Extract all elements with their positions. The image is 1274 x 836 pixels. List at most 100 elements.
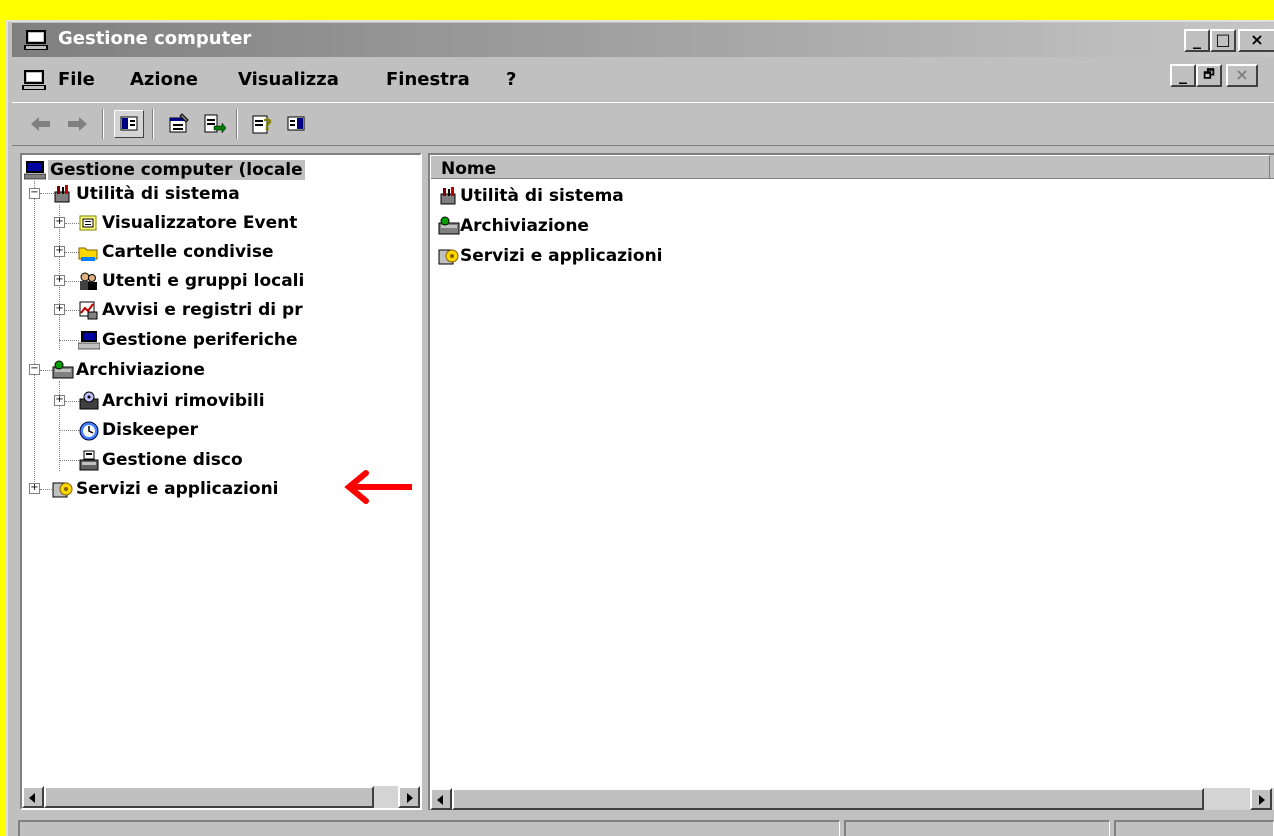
main-window: Gestione computer _ □ × File Azione Visu… — [6, 20, 1274, 836]
menu-bar: File Azione Visualizza Finestra ? _ 🗗 × — [12, 60, 1274, 98]
tree-item-disk-management[interactable]: Gestione disco — [78, 447, 243, 473]
annotation-arrow — [344, 470, 412, 504]
tree-item-event-viewer[interactable]: Visualizzatore Event — [78, 210, 297, 236]
list-item[interactable]: Archiviazione — [438, 213, 589, 239]
status-panel-main — [18, 820, 840, 836]
toolbar: ? — [12, 102, 1274, 146]
expand-toggle-shared-folders[interactable]: + — [54, 246, 65, 257]
menu-action[interactable]: Azione — [130, 69, 198, 90]
tree-label-root: Gestione computer (locale — [48, 160, 305, 180]
services-icon — [52, 479, 73, 499]
list-header: Nome — [430, 155, 1274, 179]
minimize-button[interactable]: _ — [1184, 29, 1210, 52]
tree-horizontal-scrollbar[interactable] — [22, 786, 420, 808]
device-manager-icon — [77, 330, 101, 350]
toolbox-icon — [52, 184, 72, 204]
disk-management-icon — [78, 450, 99, 471]
computer-icon — [23, 160, 47, 180]
diskeeper-icon — [78, 420, 99, 441]
screenshot: Gestione computer _ □ × File Azione Visu… — [0, 0, 1274, 836]
users-icon — [78, 271, 98, 291]
list-item-label: Utilità di sistema — [460, 186, 624, 206]
list-item-label: Archiviazione — [460, 216, 589, 236]
tree-item-storage[interactable]: Archiviazione — [52, 357, 205, 383]
tree-label-removable-storage: Archivi rimovibili — [102, 391, 265, 411]
right-arrow-icon — [1259, 795, 1265, 805]
menu-view[interactable]: Visualizza — [238, 69, 339, 90]
scroll-left-button[interactable] — [22, 786, 44, 808]
back-arrow-icon[interactable] — [26, 110, 56, 138]
scrollbar-thumb[interactable] — [44, 786, 374, 808]
menu-help[interactable]: ? — [506, 69, 516, 90]
show-hide-tree-icon[interactable] — [114, 110, 144, 138]
scrollbar-thumb[interactable] — [452, 788, 1204, 810]
results-pane[interactable]: Nome Utilità di sistema Archiviazione Se… — [428, 153, 1274, 810]
tree-label-disk-management: Gestione disco — [102, 450, 243, 470]
expand-toggle-local-users[interactable]: + — [54, 275, 65, 286]
toolbar-separator — [152, 109, 154, 139]
services-icon — [438, 246, 459, 266]
maximize-button[interactable]: □ — [1210, 29, 1236, 52]
toolbar-separator — [102, 109, 104, 139]
expand-toggle-services-apps[interactable]: + — [29, 483, 40, 494]
help-icon[interactable]: ? — [248, 110, 278, 138]
tree-item-root[interactable]: Gestione computer (locale — [23, 157, 305, 183]
expand-toggle-removable-storage[interactable]: + — [54, 395, 65, 406]
storage-icon — [52, 360, 74, 380]
list-horizontal-scrollbar[interactable] — [430, 788, 1274, 810]
scroll-left-button[interactable] — [430, 788, 452, 810]
expand-toggle-alerts-logs[interactable]: + — [54, 304, 65, 315]
title-bar[interactable]: Gestione computer _ □ × — [12, 23, 1274, 57]
close-button[interactable]: × — [1238, 29, 1274, 52]
tree-label-alerts-logs: Avvisi e registri di pr — [102, 300, 303, 320]
menu-window[interactable]: Finestra — [386, 69, 470, 90]
event-viewer-icon — [78, 213, 98, 233]
status-bar — [14, 816, 1274, 836]
removable-storage-icon — [78, 391, 99, 411]
scroll-right-button[interactable] — [1250, 788, 1272, 810]
tree-label-shared-folders: Cartelle condivise — [102, 242, 274, 262]
column-header-name[interactable]: Nome — [430, 155, 1270, 179]
collapse-toggle-system-tools[interactable]: − — [29, 188, 40, 199]
svg-text:?: ? — [263, 115, 272, 134]
child-close-button[interactable]: × — [1226, 64, 1258, 87]
tree-item-removable-storage[interactable]: Archivi rimovibili — [78, 388, 265, 414]
tree-label-services-apps: Servizi e applicazioni — [76, 479, 279, 499]
list-item-label: Servizi e applicazioni — [460, 246, 663, 266]
child-restore-button[interactable]: 🗗 — [1196, 64, 1222, 87]
collapse-toggle-storage[interactable]: − — [29, 364, 40, 375]
status-panel-tertiary — [1114, 820, 1274, 836]
tree-item-local-users[interactable]: Utenti e gruppi locali — [78, 268, 304, 294]
left-arrow-icon — [29, 793, 35, 803]
toolbar-separator — [236, 109, 238, 139]
tree-label-system-tools: Utilità di sistema — [76, 184, 240, 204]
tree-item-diskeeper[interactable]: Diskeeper — [78, 417, 198, 443]
child-minimize-button[interactable]: _ — [1170, 64, 1196, 87]
performance-logs-icon — [78, 300, 98, 320]
tree-item-shared-folders[interactable]: Cartelle condivise — [78, 239, 274, 265]
tree-label-storage: Archiviazione — [76, 360, 205, 380]
tree-item-system-tools[interactable]: Utilità di sistema — [52, 181, 240, 207]
show-hide-action-pane-icon[interactable] — [282, 110, 312, 138]
app-icon — [24, 29, 48, 55]
export-list-icon[interactable] — [198, 110, 228, 138]
tree-label-device-manager: Gestione periferiche — [102, 330, 298, 350]
column-header-label: Nome — [441, 159, 497, 179]
toolbox-icon — [438, 186, 458, 206]
list-item[interactable]: Utilità di sistema — [438, 183, 624, 209]
properties-icon[interactable] — [164, 110, 194, 138]
tree-item-device-manager[interactable]: Gestione periferiche — [77, 327, 298, 353]
tree-item-alerts-logs[interactable]: Avvisi e registri di pr — [78, 297, 303, 323]
expand-toggle-event-viewer[interactable]: + — [54, 217, 65, 228]
scroll-right-button[interactable] — [398, 786, 420, 808]
menu-file[interactable]: File — [58, 69, 95, 90]
window-title: Gestione computer — [58, 28, 252, 49]
tree-item-services-apps[interactable]: Servizi e applicazioni — [52, 476, 279, 502]
document-icon[interactable] — [22, 69, 46, 95]
list-item[interactable]: Servizi e applicazioni — [438, 243, 663, 269]
tree-label-event-viewer: Visualizzatore Event — [102, 213, 298, 233]
storage-icon — [438, 216, 460, 236]
shared-folder-icon — [78, 242, 98, 262]
forward-arrow-icon[interactable] — [62, 110, 92, 138]
left-arrow-icon — [437, 795, 443, 805]
